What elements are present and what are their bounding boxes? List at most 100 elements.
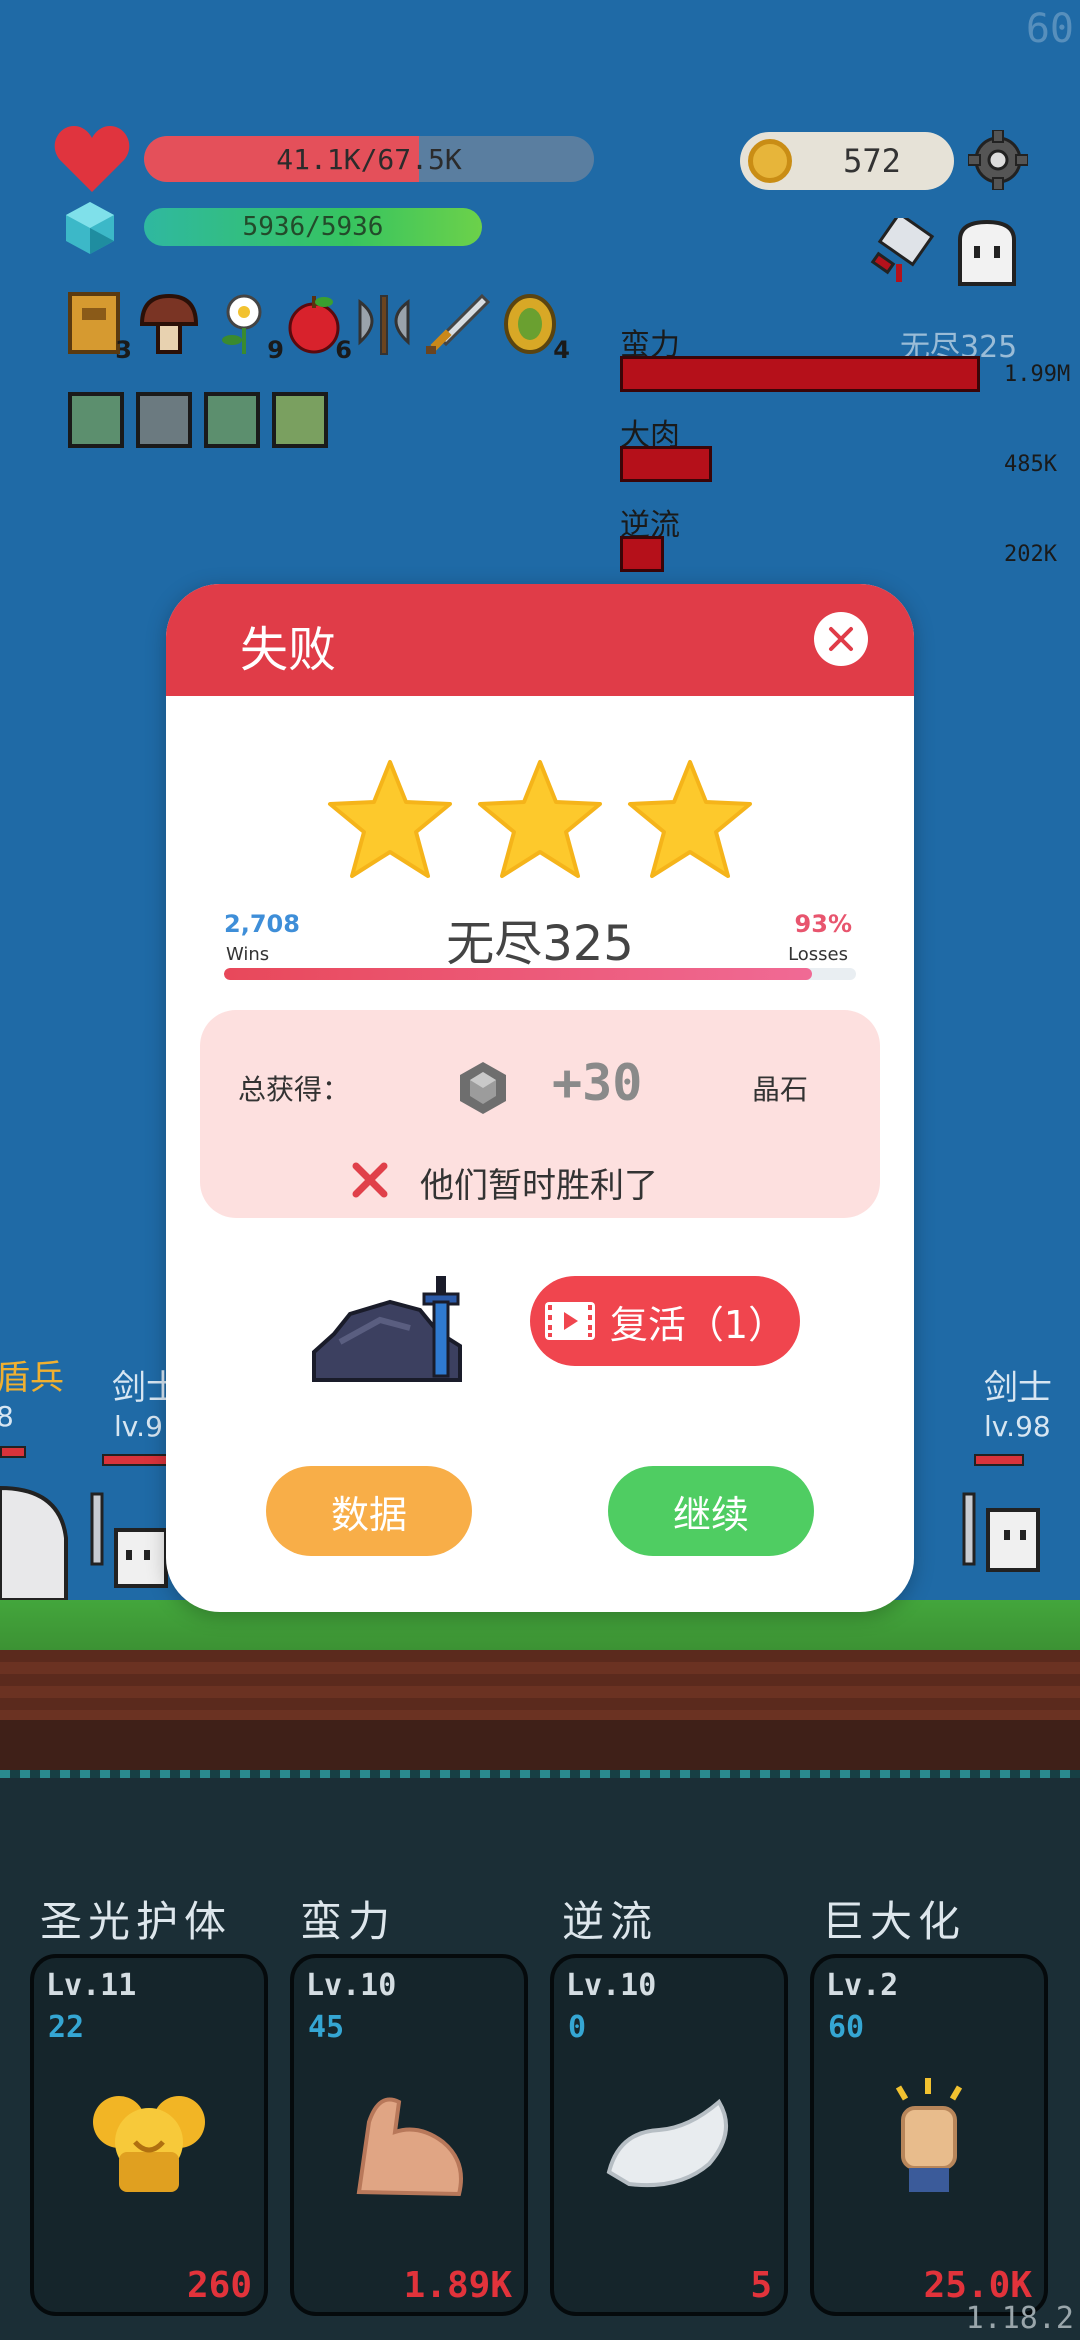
swordsman-sprite bbox=[90, 1492, 168, 1588]
hp-text: 41.1K/67.5K bbox=[276, 142, 462, 176]
mana-bar: 5936/5936 bbox=[144, 208, 482, 246]
inventory-item-flower[interactable]: 9 bbox=[216, 292, 284, 364]
sword-icon bbox=[426, 293, 491, 354]
inventory-item-shield[interactable]: 4 bbox=[502, 292, 570, 364]
crystal-icon bbox=[460, 1062, 506, 1114]
skill-card-holy-shield[interactable]: Lv.11 22 260 bbox=[30, 1954, 268, 2316]
reward-label: 总获得： bbox=[238, 1073, 351, 1106]
flower-icon bbox=[222, 294, 262, 354]
holy-shield-icon bbox=[93, 2096, 205, 2193]
ranking-value: 1.99M bbox=[1004, 362, 1071, 387]
close-icon bbox=[829, 627, 853, 651]
star-icon bbox=[628, 760, 752, 878]
unit-level: lv.98 bbox=[984, 1410, 1051, 1443]
fist-icon bbox=[895, 2078, 963, 2193]
inventory-item-apple[interactable]: 6 bbox=[284, 292, 352, 364]
unit-hp-bar bbox=[0, 1446, 26, 1458]
panel-border bbox=[0, 1770, 1080, 1778]
unit-level: 8 bbox=[0, 1400, 14, 1433]
inventory-count: 4 bbox=[553, 336, 570, 364]
star-icon bbox=[328, 760, 452, 878]
ranking-bar bbox=[620, 356, 980, 392]
revive-button[interactable]: 复活（1） bbox=[530, 1276, 800, 1366]
inventory-item-mushroom[interactable] bbox=[138, 292, 202, 358]
gear-icon[interactable] bbox=[968, 130, 1028, 190]
skill-points: 45 bbox=[308, 2010, 345, 2045]
video-icon bbox=[544, 1302, 595, 1340]
cleaver-icon bbox=[870, 218, 935, 282]
hp-bar: 41.1K/67.5K bbox=[144, 136, 594, 182]
coin-value: 572 bbox=[843, 142, 901, 180]
losses-label: Losses bbox=[788, 944, 848, 965]
skill-name: 圣光护体 bbox=[40, 1897, 233, 1946]
ranking-value: 485K bbox=[1004, 452, 1057, 477]
skill-level: Lv.10 bbox=[306, 1968, 397, 2003]
mushroom-icon bbox=[139, 293, 199, 354]
reward-panel: 总获得： +30 晶石 他们暂时胜利了 bbox=[200, 1010, 880, 1218]
ranking-bar bbox=[620, 536, 664, 572]
skill-points: 22 bbox=[48, 2010, 85, 2045]
skill-cost: 1.89K bbox=[403, 2265, 512, 2306]
unit-name: 剑士 bbox=[984, 1368, 1052, 1408]
buff-slot-light[interactable] bbox=[68, 392, 124, 448]
inventory-count: 3 bbox=[115, 336, 132, 364]
axe-icon bbox=[358, 295, 410, 355]
mana-text: 5936/5936 bbox=[242, 212, 384, 242]
unit-level: lv.9 bbox=[114, 1410, 163, 1443]
heart-icon bbox=[54, 126, 130, 192]
skill-cost: 260 bbox=[186, 2265, 252, 2306]
inventory-item-axe[interactable] bbox=[352, 292, 416, 358]
skill-card-counterflow[interactable]: Lv.10 0 5 bbox=[550, 1954, 788, 2316]
unit-hp-bar bbox=[102, 1454, 172, 1466]
fps-counter: 60 bbox=[1025, 6, 1074, 52]
wing-icon bbox=[606, 2099, 728, 2188]
skill-name: 逆流 bbox=[562, 1897, 659, 1946]
cross-icon bbox=[352, 1162, 388, 1198]
skill-card-strength[interactable]: Lv.10 45 1.89K bbox=[290, 1954, 528, 2316]
version-label: 1.18.2 bbox=[965, 2301, 1074, 2336]
tombstone-sword-icon bbox=[312, 1276, 462, 1382]
losses-percent: 93% bbox=[794, 910, 852, 938]
close-button[interactable] bbox=[814, 612, 868, 666]
buff-slot-plant[interactable] bbox=[272, 392, 328, 448]
swordsman-sprite bbox=[962, 1492, 1040, 1572]
dirt-layer-deep bbox=[0, 1720, 1080, 1770]
unit-name: 盾兵 bbox=[0, 1358, 64, 1398]
skill-level: Lv.11 bbox=[46, 1968, 137, 2003]
progress-fill bbox=[224, 968, 812, 980]
coin-counter: 572 bbox=[740, 132, 954, 190]
unit-hp-bar bbox=[974, 1454, 1024, 1466]
reward-value: +30 bbox=[552, 1054, 643, 1112]
fail-message: 他们暂时胜利了 bbox=[420, 1166, 658, 1206]
skill-points: 60 bbox=[828, 2010, 865, 2045]
buff-slot-bomb[interactable] bbox=[136, 392, 192, 448]
shield-icon bbox=[504, 294, 556, 354]
revive-label: 复活（1） bbox=[609, 1302, 787, 1347]
win-loss-progress bbox=[224, 968, 856, 980]
ranking-bar bbox=[620, 446, 712, 482]
reward-unit: 晶石 bbox=[752, 1073, 809, 1106]
continue-button[interactable]: 继续 bbox=[608, 1466, 814, 1556]
skill-cost: 25.0K bbox=[923, 2265, 1032, 2306]
ghost-icon bbox=[958, 219, 1016, 286]
skill-level: Lv.2 bbox=[826, 1968, 899, 2003]
ranking-value: 202K bbox=[1004, 542, 1057, 567]
inventory-count: 6 bbox=[335, 336, 352, 364]
muscle-icon bbox=[356, 2097, 463, 2197]
skill-card-giant[interactable]: Lv.2 60 25.0K bbox=[810, 1954, 1048, 2316]
buff-slot-light[interactable] bbox=[204, 392, 260, 448]
defeat-dialog: 失败 2,708 Wins 无尽325 93% Losses 总获得： +30 … bbox=[166, 584, 914, 1612]
inventory-item-book[interactable]: 3 bbox=[68, 292, 132, 364]
skill-points: 0 bbox=[568, 2010, 587, 2045]
inventory-count: 9 bbox=[267, 336, 284, 364]
dialog-title: 失败 bbox=[240, 622, 337, 678]
stats-button[interactable]: 数据 bbox=[266, 1466, 472, 1556]
dialog-header: 失败 bbox=[166, 584, 914, 696]
mana-gem-icon bbox=[66, 202, 114, 254]
star-icon bbox=[478, 760, 602, 878]
skill-name: 巨大化 bbox=[822, 1897, 967, 1946]
shield-soldier-sprite bbox=[0, 1485, 68, 1600]
inventory-item-sword[interactable] bbox=[422, 292, 492, 358]
skill-name: 蛮力 bbox=[300, 1897, 397, 1946]
coin-icon bbox=[748, 139, 792, 183]
